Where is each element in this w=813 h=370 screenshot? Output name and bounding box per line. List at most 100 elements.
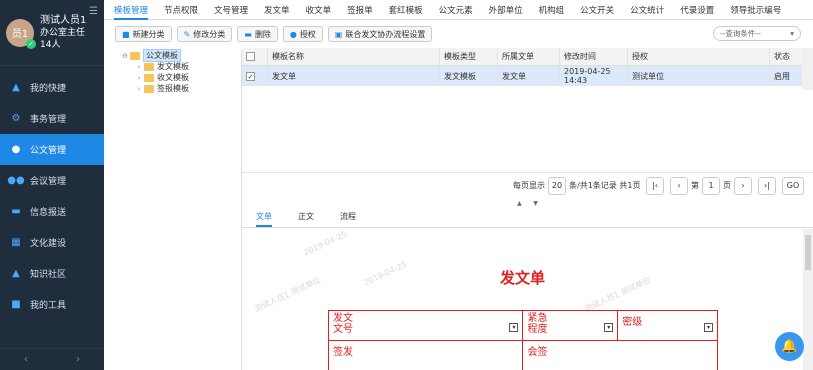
briefcase-icon: ■: [11, 299, 21, 310]
col-time[interactable]: 修改时间: [560, 48, 628, 65]
tab-red-template[interactable]: 套红模板: [389, 0, 423, 20]
tab-external-unit[interactable]: 外部单位: [489, 0, 523, 20]
tab-doc-elements[interactable]: 公文元素: [439, 0, 473, 20]
nav-label: 会议管理: [30, 177, 67, 187]
prev-page-icon[interactable]: ‹: [670, 176, 688, 195]
page-prefix: 第: [691, 181, 699, 190]
bell-icon[interactable]: 🔔: [775, 332, 804, 361]
dropdown-icon[interactable]: ▾: [704, 323, 713, 332]
doc-title: 发文单: [500, 269, 546, 287]
avatar[interactable]: 员1 ✓: [6, 18, 36, 49]
tab-form[interactable]: 文单: [256, 211, 272, 227]
tree-node-send[interactable]: › 发文模板: [134, 61, 241, 72]
graduation-icon: ▲: [12, 268, 20, 279]
tab-org-group[interactable]: 机构组: [539, 0, 565, 20]
nav-label: 我的工具: [30, 301, 67, 311]
col-form[interactable]: 所属文单: [498, 48, 560, 65]
nav-item-culture[interactable]: ▦ 文化建设: [0, 227, 104, 258]
tab-doc-switch[interactable]: 公文开关: [580, 0, 614, 20]
field-doc-no: 发文 文号 ▾: [327, 310, 524, 341]
nav-item-tools[interactable]: ■ 我的工具: [0, 289, 104, 320]
top-tabs: 模板管理 节点权限 文号管理 发文单 收文单 签报单 套红模板 公文元素 外部单…: [104, 0, 813, 20]
group-icon: ●●: [7, 175, 25, 186]
nav-item-documents[interactable]: ● 公文管理: [0, 134, 104, 165]
collapse-icon[interactable]: ⊖: [120, 52, 130, 60]
folder-icon: [144, 84, 154, 93]
col-status[interactable]: 状态: [770, 48, 802, 65]
list-icon[interactable]: ☰: [89, 6, 98, 17]
col-auth[interactable]: 授权: [628, 48, 770, 65]
tab-send-form[interactable]: 发文单: [264, 0, 290, 20]
expand-icon[interactable]: ›: [134, 85, 144, 93]
joint-flow-button[interactable]: ▣ 联合发文协办流程设置: [327, 26, 433, 42]
tab-proxy-settings[interactable]: 代录设置: [680, 0, 714, 20]
tree-node-label: 发文模板: [157, 62, 189, 71]
tab-doc-stats[interactable]: 公文统计: [630, 0, 664, 20]
search-select[interactable]: --查询条件-- ▾: [713, 26, 801, 41]
next-page-icon[interactable]: ›: [734, 176, 752, 195]
per-page-input[interactable]: 20: [548, 176, 567, 195]
table-row[interactable]: ✓ 发文单 发文模板 发文单 2019-04-25 14:43 测试单位 启用: [242, 66, 802, 86]
tab-template[interactable]: 模板管理: [114, 0, 149, 20]
avatar-text: 员1: [11, 29, 29, 40]
tree-root[interactable]: ⊖ 公文模板: [120, 49, 241, 62]
tab-leader-number[interactable]: 领导批示编号: [730, 0, 781, 20]
arrow-down-icon[interactable]: ▼: [533, 200, 538, 208]
col-name[interactable]: 模板名称: [268, 48, 440, 65]
col-type[interactable]: 模板类型: [440, 48, 498, 65]
nav-item-shortcut[interactable]: ▲ 我的快捷: [0, 72, 104, 103]
tree-node-receive[interactable]: › 收文模板: [134, 72, 241, 83]
field-urgency: 紧急 程度 ▾: [522, 310, 619, 341]
select-all-checkbox[interactable]: [246, 52, 255, 61]
row-checkbox[interactable]: ✓: [246, 71, 255, 81]
page-suffix: 页: [723, 181, 731, 190]
splitter[interactable]: ▲ ▼: [242, 200, 813, 208]
page-input[interactable]: 1: [702, 176, 720, 195]
chevron-right-icon[interactable]: ›: [76, 354, 80, 365]
cell-type: 发文模板: [440, 66, 498, 86]
secret-label: 密级: [622, 317, 643, 328]
expand-icon[interactable]: ›: [134, 74, 144, 82]
field-sign[interactable]: 签发: [327, 340, 524, 370]
nav-item-info[interactable]: ▬ 信息报送: [0, 196, 104, 227]
arrow-up-icon[interactable]: ▲: [517, 200, 522, 208]
expand-icon[interactable]: ›: [134, 63, 144, 71]
total-records: 条/共1条记录: [569, 181, 617, 190]
watermark: 测试人员1 测试单位: [253, 275, 323, 314]
tab-body[interactable]: 正文: [298, 211, 314, 227]
tab-doc-number[interactable]: 文号管理: [214, 0, 248, 20]
tab-receive-form[interactable]: 收文单: [306, 0, 332, 20]
field-countersign[interactable]: 会签: [522, 340, 718, 370]
tab-node-perm[interactable]: 节点权限: [164, 0, 198, 20]
watermark: 2019-04-25: [302, 229, 349, 258]
tab-flow[interactable]: 流程: [340, 211, 356, 227]
edit-category-button[interactable]: ✎ 修改分类: [176, 26, 233, 42]
last-page-icon[interactable]: ›|: [758, 176, 776, 195]
nav-item-meeting[interactable]: ●● 会议管理: [0, 165, 104, 196]
authorize-button[interactable]: ● 授权: [282, 26, 323, 42]
online-check-icon: ✓: [26, 38, 36, 49]
go-button[interactable]: GO: [782, 176, 804, 195]
nav-label: 事务管理: [30, 115, 67, 125]
tree-node-label: 收文模板: [157, 73, 189, 82]
delete-button[interactable]: ▬ 删除: [237, 26, 278, 42]
nav-item-knowledge[interactable]: ▲ 知识社区: [0, 258, 104, 289]
dropdown-icon[interactable]: ▾: [604, 323, 614, 332]
chevron-left-icon[interactable]: ‹: [24, 354, 28, 365]
doc-no-label: 发文 文号: [333, 313, 353, 335]
nav-item-affairs[interactable]: ⚙ 事务管理: [0, 103, 104, 134]
dropdown-icon[interactable]: ▾: [509, 323, 519, 332]
doc-scrollbar[interactable]: [803, 229, 813, 370]
tab-report-form[interactable]: 签报单: [347, 0, 373, 20]
tasks-icon: ⚙: [11, 113, 21, 124]
nav-label: 公文管理: [30, 146, 67, 156]
tree-node-report[interactable]: › 签报模板: [134, 83, 241, 94]
new-category-button[interactable]: ■ 新建分类: [115, 26, 172, 42]
first-page-icon[interactable]: |‹: [646, 176, 664, 195]
folder-icon: [144, 62, 154, 71]
flow-icon: ▣: [334, 29, 343, 39]
table-scrollbar[interactable]: [802, 48, 813, 90]
scroll-thumb[interactable]: [805, 235, 811, 270]
field-secret: 密级 ▾: [617, 310, 718, 341]
user-role: 办公室主任: [40, 27, 86, 38]
